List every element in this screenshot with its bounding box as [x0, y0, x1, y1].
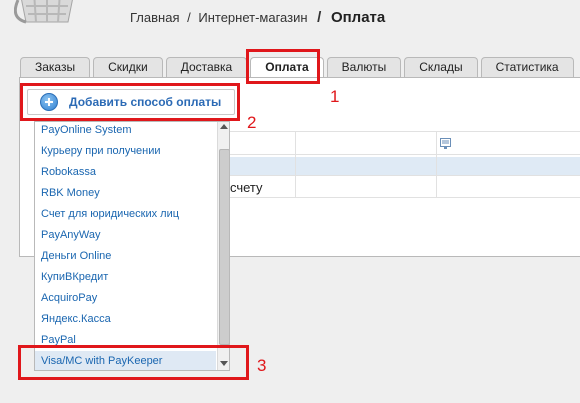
scroll-up-arrow-icon[interactable]	[220, 124, 228, 129]
annotation-number-2: 2	[247, 113, 257, 132]
column-settings-icon[interactable]	[440, 138, 452, 150]
list-item[interactable]: Деньги Online	[41, 250, 111, 262]
table-row-divider	[216, 175, 580, 176]
list-item[interactable]: Яндекс.Касса	[41, 313, 111, 325]
list-item[interactable]: AcquiroPay	[41, 292, 97, 304]
breadcrumb-shop-link[interactable]: Интернет-магазин	[198, 10, 307, 25]
list-item[interactable]: Счет для юридических лиц	[41, 208, 179, 220]
annotation-box-1	[246, 49, 320, 84]
table-cell: счету	[230, 180, 263, 195]
list-item[interactable]: PayOnline System	[41, 124, 131, 136]
annotation-number-1: 1	[330, 87, 340, 106]
annotation-box-2	[20, 83, 240, 121]
table-column-divider	[436, 131, 437, 198]
shopping-basket-icon	[14, 0, 73, 24]
breadcrumb-separator: /	[187, 10, 191, 25]
list-item[interactable]: RBK Money	[41, 187, 100, 199]
breadcrumb: Главная / Интернет-магазин / Оплата	[130, 9, 385, 26]
table-row-divider	[216, 197, 580, 198]
breadcrumb-separator: /	[317, 9, 322, 26]
annotation-box-3	[18, 345, 249, 380]
dropdown-scrollbar[interactable]	[217, 122, 229, 370]
payment-method-dropdown[interactable]: PayOnline System Курьеру при получении R…	[34, 121, 230, 371]
tab-warehouses[interactable]: Склады	[404, 57, 478, 77]
table-column-divider	[295, 131, 296, 198]
scrollbar-thumb[interactable]	[219, 149, 229, 345]
list-item[interactable]: Robokassa	[41, 166, 96, 178]
list-item[interactable]: PayAnyWay	[41, 229, 101, 241]
annotation-number-3: 3	[257, 356, 267, 375]
header: Главная / Интернет-магазин / Оплата	[0, 0, 580, 50]
list-item[interactable]: Курьеру при получении	[41, 145, 161, 157]
table-header-bottom	[216, 154, 580, 155]
table-row-selected[interactable]	[216, 157, 580, 175]
tab-currencies[interactable]: Валюты	[326, 57, 402, 77]
list-item[interactable]: КупиВКредит	[41, 271, 108, 283]
page-title: Оплата	[330, 9, 386, 26]
tab-delivery[interactable]: Доставка	[165, 57, 248, 77]
tab-discounts[interactable]: Скидки	[93, 57, 163, 77]
table-header-top	[216, 131, 580, 132]
tab-orders[interactable]: Заказы	[20, 57, 91, 77]
tab-statistics[interactable]: Статистика	[480, 57, 574, 77]
breadcrumb-home-link[interactable]: Главная	[130, 10, 179, 25]
